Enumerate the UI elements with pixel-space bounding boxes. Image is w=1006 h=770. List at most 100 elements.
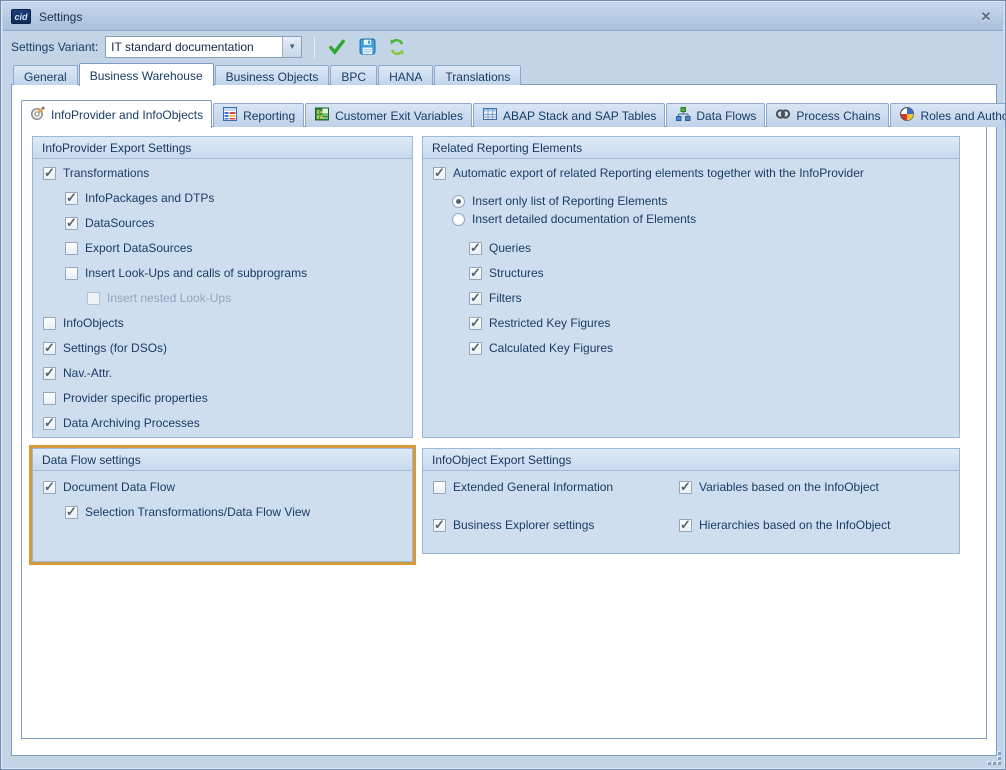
checkbox-label: Hierarchies based on the InfoObject <box>699 518 890 532</box>
chevron-down-icon[interactable]: ▼ <box>282 37 301 57</box>
group-title-text: InfoProvider Export Settings <box>42 141 191 155</box>
checkbox-icon[interactable] <box>433 519 446 532</box>
tab-reporting[interactable]: Reporting <box>213 103 304 127</box>
app-logo-icon: cid <box>11 9 31 24</box>
checkbox-icon[interactable] <box>43 317 56 330</box>
tab-hana[interactable]: HANA <box>378 65 433 85</box>
checkbox-nav-attr[interactable]: Nav.-Attr. <box>43 365 112 381</box>
tab-customer-exit-variables[interactable]: X= VA Customer Exit Variables <box>305 103 472 127</box>
checkbox-icon[interactable] <box>469 267 482 280</box>
checkbox-label: Insert nested Look-Ups <box>107 291 231 305</box>
close-icon[interactable]: ✕ <box>977 9 995 25</box>
tab-roles-and-authorizations[interactable]: Roles and Authorizations <box>890 103 1006 127</box>
checkbox-icon[interactable] <box>433 167 446 180</box>
tab-business-warehouse[interactable]: Business Warehouse <box>79 63 214 86</box>
checkbox-document-data-flow[interactable]: Document Data Flow <box>43 479 175 495</box>
radio-insert-only-list[interactable]: Insert only list of Reporting Elements <box>452 193 667 209</box>
checkbox-label: Transformations <box>63 166 149 180</box>
checkbox-label: Restricted Key Figures <box>489 316 610 330</box>
checkbox-calculated-key-figures[interactable]: Calculated Key Figures <box>469 340 613 356</box>
checkbox-icon[interactable] <box>469 292 482 305</box>
checkbox-queries[interactable]: Queries <box>469 240 531 256</box>
title-bar[interactable]: cid Settings ✕ <box>3 3 1003 31</box>
checkbox-icon[interactable] <box>65 506 78 519</box>
checkbox-label: Extended General Information <box>453 480 613 494</box>
checkbox-business-explorer-settings[interactable]: Business Explorer settings <box>433 517 594 533</box>
checkbox-export-datasources[interactable]: Export DataSources <box>65 240 192 256</box>
tab-data-flows[interactable]: Data Flows <box>666 103 765 127</box>
process-chains-icon <box>775 106 791 125</box>
checkbox-infoobjects[interactable]: InfoObjects <box>43 315 124 331</box>
tab-infoprovider-and-infoobjects[interactable]: InfoProvider and InfoObjects <box>21 100 212 128</box>
tab-bpc[interactable]: BPC <box>330 65 377 85</box>
tab-business-objects[interactable]: Business Objects <box>215 65 330 85</box>
roles-authorizations-icon <box>899 106 915 125</box>
window-title: Settings <box>39 10 82 24</box>
checkbox-structures[interactable]: Structures <box>469 265 544 281</box>
checkbox-icon[interactable] <box>679 519 692 532</box>
settings-variant-combobox[interactable]: IT standard documentation ▼ <box>105 36 302 58</box>
settings-variant-label: Settings Variant: <box>11 40 98 54</box>
checkbox-icon[interactable] <box>65 242 78 255</box>
checkbox-insert-nested-lookups: Insert nested Look-Ups <box>87 290 231 306</box>
checkbox-datasources[interactable]: DataSources <box>65 215 154 231</box>
infoprovider-infoobjects-page: InfoProvider Export Settings Transformat… <box>21 126 987 739</box>
checkbox-automatic-export-reporting[interactable]: Automatic export of related Reporting el… <box>433 165 864 181</box>
save-button[interactable] <box>354 35 380 59</box>
checkbox-label: Automatic export of related Reporting el… <box>453 166 864 180</box>
checkbox-icon[interactable] <box>469 317 482 330</box>
checkbox-icon[interactable] <box>469 342 482 355</box>
radio-insert-detailed-documentation[interactable]: Insert detailed documentation of Element… <box>452 211 696 227</box>
checkbox-icon[interactable] <box>43 481 56 494</box>
checkbox-icon[interactable] <box>679 481 692 494</box>
checkbox-provider-specific-properties[interactable]: Provider specific properties <box>43 390 208 406</box>
tab-general[interactable]: General <box>13 65 78 85</box>
checkbox-icon[interactable] <box>43 342 56 355</box>
infoprovider-icon <box>30 105 46 124</box>
checkbox-icon[interactable] <box>433 481 446 494</box>
checkbox-icon[interactable] <box>43 417 56 430</box>
toolbar: Settings Variant: IT standard documentat… <box>3 32 1003 61</box>
abap-stack-icon <box>482 106 498 125</box>
checkbox-label: Settings (for DSOs) <box>63 341 167 355</box>
checkbox-icon[interactable] <box>65 192 78 205</box>
checkbox-icon[interactable] <box>65 267 78 280</box>
checkbox-selection-transformations-data-flow-view[interactable]: Selection Transformations/Data Flow View <box>65 504 310 520</box>
checkbox-variables-based-on-infoobject[interactable]: Variables based on the InfoObject <box>679 479 879 495</box>
radio-icon[interactable] <box>452 213 465 226</box>
group-title: Data Flow settings <box>33 449 412 471</box>
checkbox-icon[interactable] <box>65 217 78 230</box>
group-related-reporting-elements: Related Reporting Elements Automatic exp… <box>422 136 960 438</box>
checkbox-hierarchies-based-on-infoobject[interactable]: Hierarchies based on the InfoObject <box>679 517 890 533</box>
settings-variant-value[interactable]: IT standard documentation <box>106 37 282 57</box>
tab-process-chains[interactable]: Process Chains <box>766 103 889 127</box>
checkbox-data-archiving-processes[interactable]: Data Archiving Processes <box>43 415 200 431</box>
checkbox-icon[interactable] <box>43 367 56 380</box>
checkbox-icon[interactable] <box>43 392 56 405</box>
inner-tab-strip: InfoProvider and InfoObjects Repor <box>21 99 1006 127</box>
checkbox-filters[interactable]: Filters <box>469 290 522 306</box>
checkbox-insert-lookups[interactable]: Insert Look-Ups and calls of subprograms <box>65 265 307 281</box>
business-warehouse-page: InfoProvider and InfoObjects Repor <box>11 84 997 756</box>
radio-label: Insert only list of Reporting Elements <box>472 194 667 208</box>
tab-translations[interactable]: Translations <box>434 65 521 85</box>
checkbox-infopackages-and-dtps[interactable]: InfoPackages and DTPs <box>65 190 214 206</box>
refresh-button[interactable] <box>384 35 410 59</box>
radio-icon[interactable] <box>452 195 465 208</box>
tab-abap-stack-and-sap-tables[interactable]: ABAP Stack and SAP Tables <box>473 103 665 127</box>
checkbox-label: Provider specific properties <box>63 391 208 405</box>
checkbox-icon[interactable] <box>43 167 56 180</box>
apply-button[interactable] <box>324 35 350 59</box>
checkbox-label: InfoPackages and DTPs <box>85 191 214 205</box>
checkbox-transformations[interactable]: Transformations <box>43 165 149 181</box>
checkbox-label: Business Explorer settings <box>453 518 594 532</box>
checkbox-icon[interactable] <box>469 242 482 255</box>
checkbox-label: Filters <box>489 291 522 305</box>
checkbox-extended-general-information[interactable]: Extended General Information <box>433 479 613 495</box>
toolbar-separator <box>314 36 315 58</box>
checkbox-restricted-key-figures[interactable]: Restricted Key Figures <box>469 315 610 331</box>
checkbox-label: Calculated Key Figures <box>489 341 613 355</box>
checkbox-settings-for-dsos[interactable]: Settings (for DSOs) <box>43 340 167 356</box>
refresh-icon <box>388 38 406 56</box>
checkbox-label: Data Archiving Processes <box>63 416 200 430</box>
